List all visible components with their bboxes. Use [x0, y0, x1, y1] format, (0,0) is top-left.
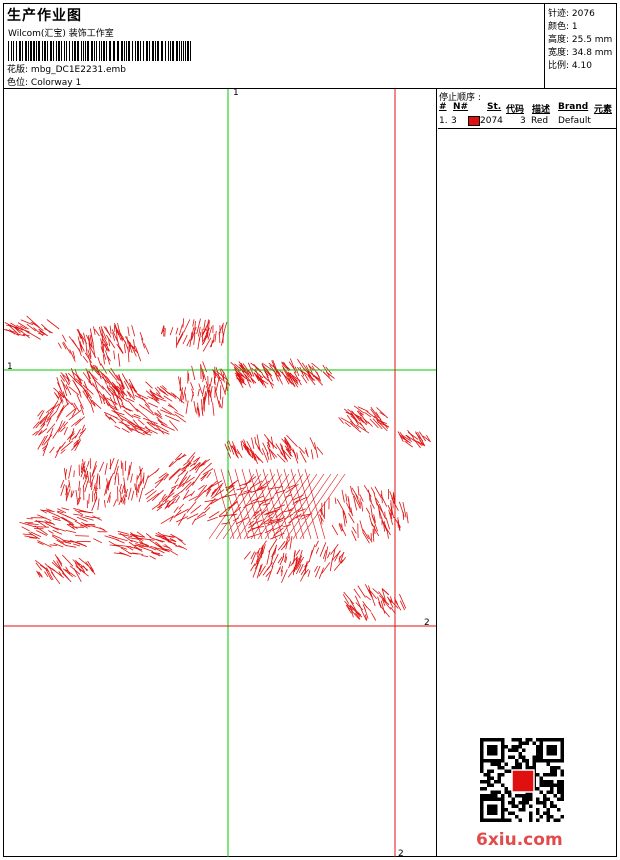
thread-color-swatch	[468, 116, 480, 126]
col-code: 代码	[506, 105, 525, 115]
col-hash: #	[439, 102, 447, 112]
design-canvas: 1 1 2 2	[4, 89, 436, 857]
col-description: 描述	[532, 105, 551, 115]
row-description: Red	[531, 116, 549, 126]
embroidery-preview: 1 1 2 2	[4, 89, 436, 857]
qr-code	[480, 738, 566, 824]
barcode	[8, 41, 194, 61]
guide-label-v1: 1	[233, 89, 239, 98]
col-stitches: St.	[487, 102, 502, 112]
guide-label-h2: 2	[424, 618, 430, 628]
guide-label-v2: 2	[398, 849, 404, 857]
stat-stitches: 针迹: 2076	[548, 9, 595, 19]
company-name: Wilcom(汇宝) 装饰工作室	[8, 29, 114, 39]
stat-width: 宽度: 34.8 mm	[548, 48, 613, 58]
colorway-label: 色位:	[7, 78, 29, 88]
page-title: 生产作业图	[7, 8, 82, 24]
row-stitches: 2074	[480, 116, 503, 126]
row-code: 3	[520, 116, 526, 126]
row-index: 1.	[439, 116, 448, 126]
stop-row-divider	[438, 128, 616, 129]
row-needle: 3	[451, 116, 457, 126]
colorway-value: Colorway 1	[30, 78, 82, 88]
design-label: 花版:	[7, 65, 29, 75]
design-file: mbg_DC1E2231.emb	[30, 65, 127, 75]
col-element: 元素	[594, 105, 613, 115]
stat-height: 高度: 25.5 mm	[548, 35, 613, 45]
col-needle: N#	[453, 102, 469, 112]
design-file-row: 花版: mbg_DC1E2231.emb	[7, 62, 126, 75]
watermark-logo: 6xiu.com	[476, 830, 563, 850]
stop-sequence-row: 1. 3 2074 3 Red Default	[438, 116, 616, 128]
stat-colors: 颜色: 1	[548, 22, 578, 32]
design-stats: 针迹: 2076 颜色: 1 高度: 25.5 mm 宽度: 34.8 mm 比…	[545, 4, 616, 88]
guide-label-h1: 1	[7, 362, 13, 372]
header-info: 生产作业图 Wilcom(汇宝) 装饰工作室 花版: mbg_DC1E2231.…	[4, 4, 544, 88]
stitch-artwork	[4, 315, 431, 621]
col-brand: Brand	[558, 102, 589, 112]
stop-sequence-header: # N# St. 代码 描述 Brand 元素	[438, 102, 616, 115]
row-brand: Default	[558, 116, 591, 126]
panel-divider	[436, 88, 437, 857]
stat-scale: 比例: 4.10	[548, 61, 592, 71]
colorway-row: 色位: Colorway 1	[7, 75, 81, 88]
